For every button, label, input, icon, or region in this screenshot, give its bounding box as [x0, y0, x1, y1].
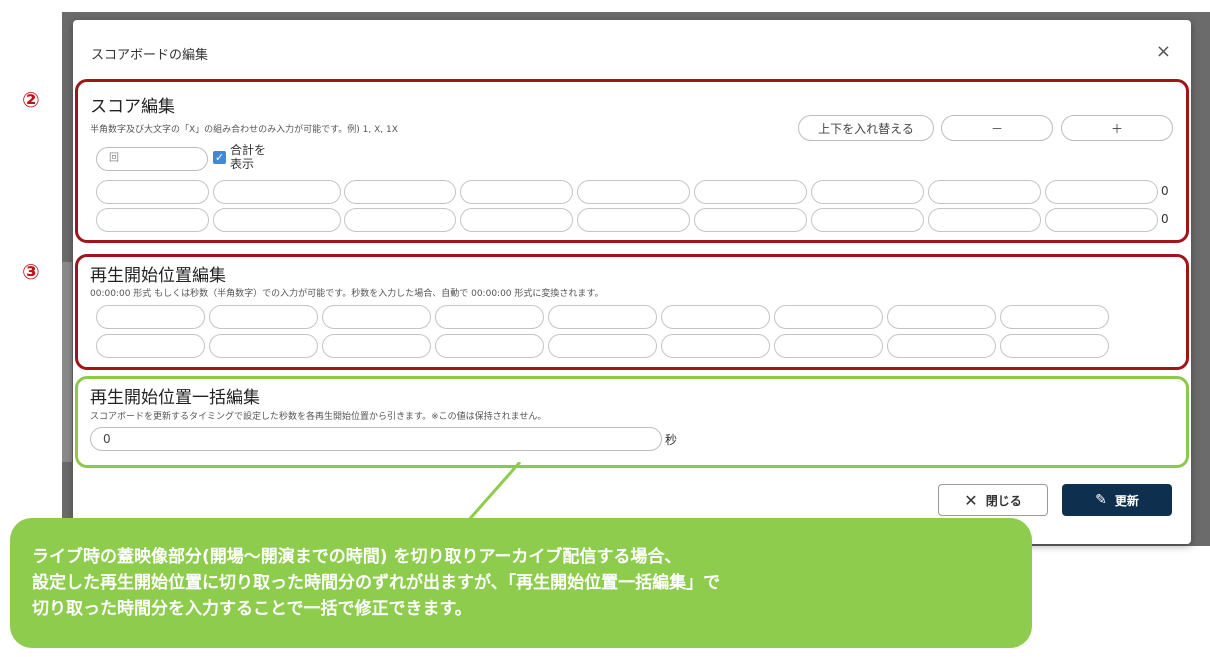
- inning-input[interactable]: 回: [96, 147, 208, 171]
- show-total-label-line2: 表示: [230, 157, 255, 171]
- row-total-top: 0: [1161, 184, 1169, 198]
- playback-cell[interactable]: [774, 305, 883, 329]
- callout-line-1: ライブ時の蓋映像部分(開場～開演までの時間) を切り取りアーカイブ配信する場合、: [32, 547, 682, 567]
- score-cell[interactable]: [577, 180, 690, 204]
- playback-cell[interactable]: [1000, 305, 1109, 329]
- score-cell[interactable]: [460, 208, 573, 232]
- playback-cell[interactable]: [96, 305, 205, 329]
- update-button-label: 更新: [1114, 493, 1139, 508]
- score-cell[interactable]: [928, 208, 1041, 232]
- playback-edit-title: 再生開始位置編集: [90, 266, 226, 286]
- close-icon[interactable]: ×: [1156, 41, 1171, 62]
- score-cell[interactable]: [1045, 208, 1158, 232]
- show-total-label: 合計を 表示: [230, 143, 266, 171]
- dialog-title: スコアボードの編集: [91, 48, 209, 63]
- score-cell[interactable]: [96, 180, 209, 204]
- score-cell[interactable]: [344, 180, 456, 204]
- playback-cell[interactable]: [435, 305, 544, 329]
- playback-cell[interactable]: [887, 305, 996, 329]
- playback-cell[interactable]: [548, 334, 657, 358]
- playback-cell[interactable]: [96, 334, 205, 358]
- playback-cell[interactable]: [887, 334, 996, 358]
- section-marker-score: ②: [22, 88, 40, 112]
- add-inning-button[interactable]: ＋: [1061, 115, 1173, 141]
- score-cell[interactable]: [96, 208, 209, 232]
- score-cell[interactable]: [694, 208, 807, 232]
- playback-cell[interactable]: [209, 305, 318, 329]
- show-total-checkbox[interactable]: ✓: [213, 151, 226, 164]
- score-cell[interactable]: [213, 208, 341, 232]
- close-button[interactable]: ✕ 閉じる: [938, 484, 1048, 516]
- bulk-edit-note: スコアボードを更新するタイミングで設定した秒数を各再生開始位置から引きます。※こ…: [90, 412, 547, 422]
- playback-cell[interactable]: [661, 334, 770, 358]
- backdrop-panel: [62, 262, 72, 462]
- playback-cell[interactable]: [435, 334, 544, 358]
- bulk-edit-title: 再生開始位置一括編集: [90, 388, 260, 408]
- pencil-icon: ✎: [1095, 492, 1107, 508]
- score-cell[interactable]: [1045, 180, 1158, 204]
- playback-cell[interactable]: [209, 334, 318, 358]
- score-cell[interactable]: [928, 180, 1041, 204]
- close-icon: ✕: [964, 490, 978, 510]
- swap-rows-button[interactable]: 上下を入れ替える: [798, 115, 934, 141]
- score-cell[interactable]: [344, 208, 456, 232]
- playback-cell[interactable]: [774, 334, 883, 358]
- explanation-callout: ライブ時の蓋映像部分(開場～開演までの時間) を切り取りアーカイブ配信する場合、…: [10, 518, 1032, 648]
- playback-cell[interactable]: [548, 305, 657, 329]
- section-marker-playback: ③: [22, 260, 40, 284]
- bulk-offset-input[interactable]: 0: [90, 427, 662, 451]
- playback-cell[interactable]: [661, 305, 770, 329]
- close-button-label: 閉じる: [985, 493, 1022, 508]
- score-cell[interactable]: [811, 208, 924, 232]
- callout-line-3: 切り取った時間分を入力することで一括で修正できます。: [32, 599, 472, 619]
- score-edit-title: スコア編集: [90, 97, 175, 117]
- callout-line-2: 設定した再生開始位置に切り取った時間分のずれが出ますが、「再生開始位置一括編集」…: [32, 573, 721, 593]
- row-total-bottom: 0: [1161, 212, 1169, 226]
- score-cell[interactable]: [460, 180, 573, 204]
- score-cell[interactable]: [694, 180, 807, 204]
- score-cell[interactable]: [811, 180, 924, 204]
- score-cell[interactable]: [577, 208, 690, 232]
- seconds-unit: 秒: [665, 433, 678, 447]
- playback-cell[interactable]: [322, 334, 431, 358]
- playback-cell[interactable]: [1000, 334, 1109, 358]
- update-button[interactable]: ✎ 更新: [1062, 484, 1172, 516]
- show-total-label-line1: 合計を: [230, 143, 267, 157]
- score-edit-note: 半角数字及び大文字の「X」の組み合わせのみ入力が可能です。例) 1, X, 1X: [90, 125, 398, 135]
- playback-edit-note: 00:00:00 形式 もしくは秒数（半角数字）での入力が可能です。秒数を入力し…: [90, 289, 604, 299]
- score-cell[interactable]: [213, 180, 341, 204]
- remove-inning-button[interactable]: －: [941, 115, 1053, 141]
- playback-cell[interactable]: [322, 305, 431, 329]
